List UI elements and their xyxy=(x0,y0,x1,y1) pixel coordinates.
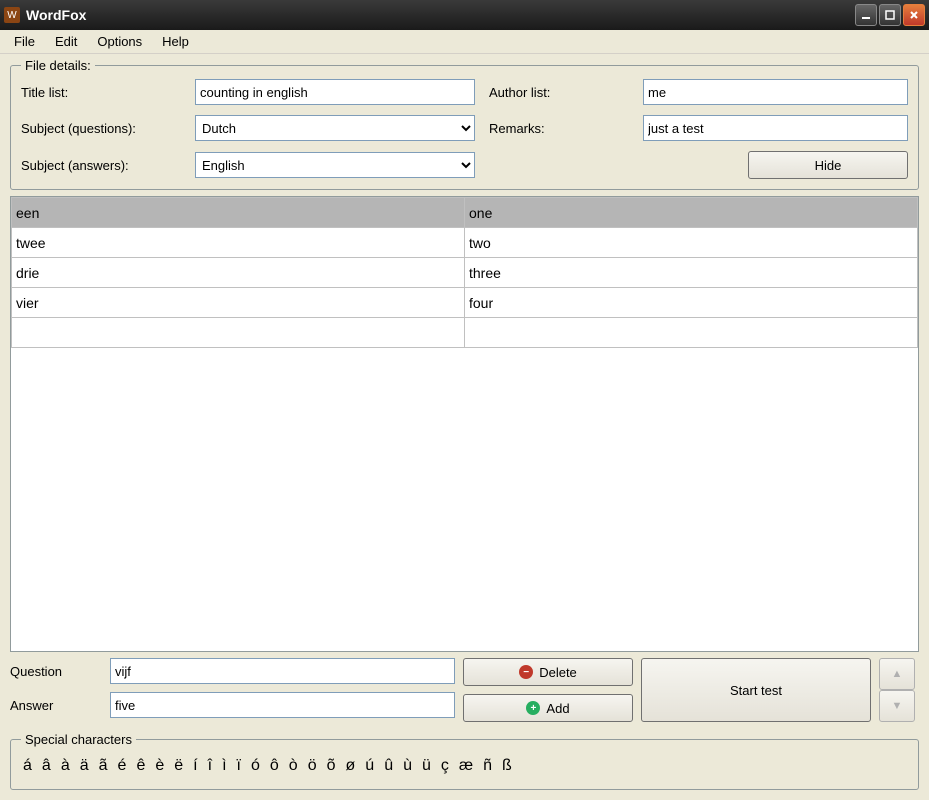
word-table[interactable]: eenonetweetwodriethreevierfour xyxy=(10,196,919,652)
delete-button-label: Delete xyxy=(539,665,577,680)
spinner-down-button[interactable]: ▼ xyxy=(879,690,915,722)
special-char-button[interactable]: û xyxy=(384,757,393,775)
special-char-button[interactable]: ü xyxy=(422,757,431,775)
answer-label: Answer xyxy=(10,698,100,713)
app-window: W WordFox File Edit Options Help File de… xyxy=(0,0,929,800)
question-input[interactable] xyxy=(110,658,455,684)
special-char-button[interactable]: ç xyxy=(441,757,449,775)
maximize-button[interactable] xyxy=(879,4,901,26)
special-char-button[interactable]: í xyxy=(193,757,197,775)
delete-button[interactable]: − Delete xyxy=(463,658,633,686)
menu-help[interactable]: Help xyxy=(152,31,199,52)
start-test-button[interactable]: Start test xyxy=(641,658,871,722)
special-char-button[interactable]: î xyxy=(208,757,212,775)
special-char-button[interactable]: ï xyxy=(237,757,241,775)
add-button-label: Add xyxy=(546,701,569,716)
delete-icon: − xyxy=(519,665,533,679)
add-icon: + xyxy=(526,701,540,715)
table-row[interactable]: driethree xyxy=(12,258,918,288)
special-char-button[interactable]: á xyxy=(23,757,32,775)
special-char-button[interactable]: ô xyxy=(270,757,279,775)
special-char-button[interactable]: ø xyxy=(346,757,356,775)
special-char-button[interactable]: à xyxy=(61,757,70,775)
answer-input[interactable] xyxy=(110,692,455,718)
file-details-group: File details: Title list: Author list: S… xyxy=(10,58,919,190)
author-list-label: Author list: xyxy=(489,85,629,100)
special-char-button[interactable]: â xyxy=(42,757,51,775)
special-char-button[interactable]: ò xyxy=(289,757,298,775)
title-list-label: Title list: xyxy=(21,85,181,100)
table-cell-answer[interactable]: four xyxy=(465,288,918,318)
menubar: File Edit Options Help xyxy=(0,30,929,54)
special-char-button[interactable]: é xyxy=(118,757,127,775)
special-chars-legend: Special characters xyxy=(21,732,136,747)
app-icon: W xyxy=(4,7,20,23)
content-area: File details: Title list: Author list: S… xyxy=(0,54,929,800)
menu-edit[interactable]: Edit xyxy=(45,31,87,52)
title-list-input[interactable] xyxy=(195,79,475,105)
table-cell-question[interactable]: vier xyxy=(12,288,465,318)
bottom-area: Question Answer − Delete + Add Start tes… xyxy=(10,658,919,722)
special-char-button[interactable]: õ xyxy=(327,757,336,775)
table-cell-answer[interactable]: three xyxy=(465,258,918,288)
table-row[interactable] xyxy=(12,318,918,348)
subject-answers-select[interactable]: English xyxy=(195,152,475,178)
subject-answers-label: Subject (answers): xyxy=(21,158,181,173)
author-list-input[interactable] xyxy=(643,79,908,105)
special-char-button[interactable]: ú xyxy=(365,757,374,775)
special-char-button[interactable]: ë xyxy=(174,757,183,775)
table-cell-question[interactable]: drie xyxy=(12,258,465,288)
special-char-button[interactable]: ì xyxy=(222,757,226,775)
special-char-button[interactable]: ã xyxy=(99,757,108,775)
special-char-button[interactable]: ß xyxy=(502,757,512,775)
add-button[interactable]: + Add xyxy=(463,694,633,722)
special-char-button[interactable]: è xyxy=(155,757,164,775)
spinner-up-button[interactable]: ▲ xyxy=(879,658,915,690)
remarks-input[interactable] xyxy=(643,115,908,141)
table-cell-question[interactable]: een xyxy=(12,198,465,228)
table-cell-answer[interactable]: two xyxy=(465,228,918,258)
window-title: WordFox xyxy=(26,7,855,23)
special-char-button[interactable]: æ xyxy=(459,757,473,775)
titlebar: W WordFox xyxy=(0,0,929,30)
question-label: Question xyxy=(10,664,100,679)
table-cell-answer[interactable]: one xyxy=(465,198,918,228)
table-cell-answer[interactable] xyxy=(465,318,918,348)
table-row[interactable]: tweetwo xyxy=(12,228,918,258)
table-cell-question[interactable] xyxy=(12,318,465,348)
menu-options[interactable]: Options xyxy=(87,31,152,52)
special-char-button[interactable]: ö xyxy=(308,757,317,775)
file-details-legend: File details: xyxy=(21,58,95,73)
table-row[interactable]: eenone xyxy=(12,198,918,228)
special-chars-group: Special characters áâàäãéêèëíîìïóôòöõøúû… xyxy=(10,732,919,790)
close-button[interactable] xyxy=(903,4,925,26)
table-row[interactable]: vierfour xyxy=(12,288,918,318)
special-char-button[interactable]: ñ xyxy=(483,757,492,775)
special-char-button[interactable]: ù xyxy=(403,757,412,775)
special-char-button[interactable]: ê xyxy=(136,757,145,775)
subject-questions-label: Subject (questions): xyxy=(21,121,181,136)
menu-file[interactable]: File xyxy=(4,31,45,52)
special-char-button[interactable]: ó xyxy=(251,757,260,775)
special-char-button[interactable]: ä xyxy=(80,757,89,775)
subject-questions-select[interactable]: Dutch xyxy=(195,115,475,141)
minimize-button[interactable] xyxy=(855,4,877,26)
window-controls xyxy=(855,4,925,26)
hide-button[interactable]: Hide xyxy=(748,151,908,179)
table-cell-question[interactable]: twee xyxy=(12,228,465,258)
remarks-label: Remarks: xyxy=(489,121,629,136)
